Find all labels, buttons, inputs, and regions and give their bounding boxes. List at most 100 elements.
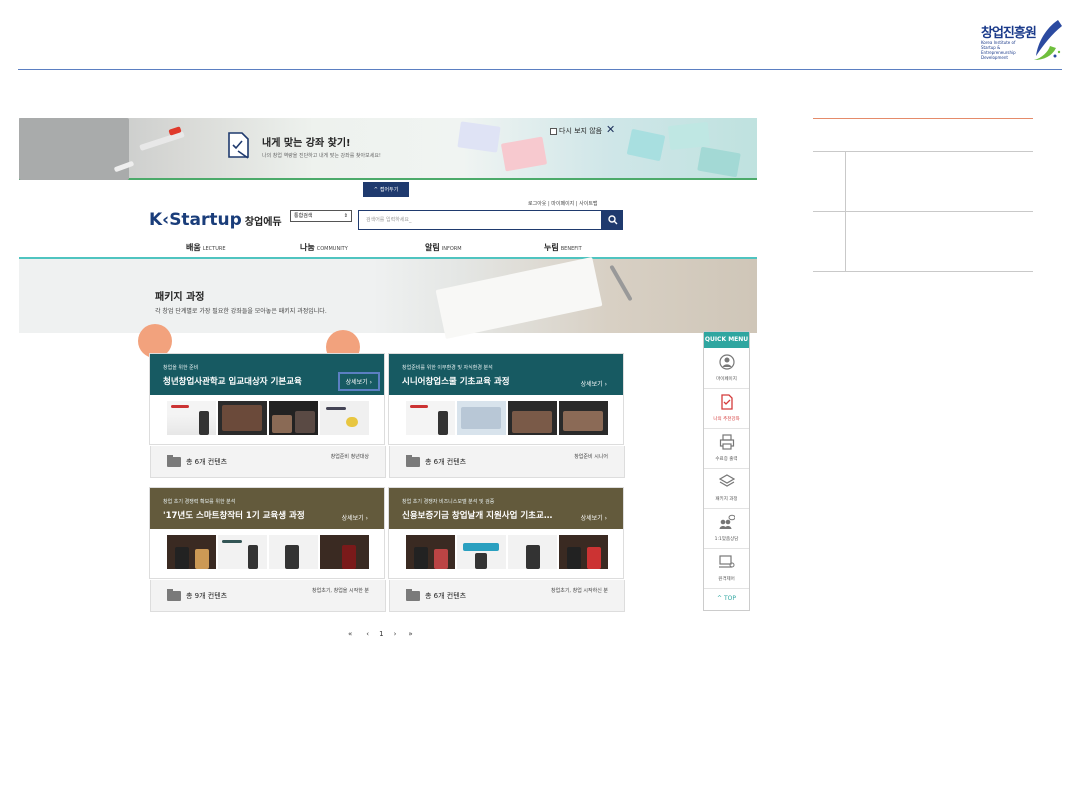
collapse-label: 접어두기 [379, 187, 399, 193]
page-title: 패키지 과정 [155, 292, 205, 303]
video-thumbnail[interactable] [406, 535, 455, 569]
scroll-top-button[interactable]: ^ TOP [704, 595, 749, 602]
nav-community[interactable]: 나눔 COMMUNITY [300, 242, 348, 253]
package-card[interactable]: 창업 초기 경쟁력 확보를 위한 분석 '17년도 스마트창작터 1기 교육생 … [149, 487, 386, 612]
user-icon [719, 354, 735, 370]
package-icon [719, 474, 735, 487]
chat-icon [719, 514, 735, 529]
utility-links[interactable]: 로그아웃 | 마이페이지 | 사이트맵 [528, 200, 598, 207]
quick-menu-title: QUICK MENU [704, 332, 749, 348]
next-page-button[interactable]: › [394, 630, 397, 638]
quick-certificate[interactable]: 수료증 출력 [704, 429, 749, 469]
brand-suffix: 창업에듀 [244, 217, 282, 228]
dont-show-checkbox[interactable]: 다시 보지 않음 [550, 126, 602, 136]
video-thumbnail[interactable] [218, 401, 267, 435]
header-divider [18, 69, 1062, 70]
quick-label: 나의 추천강좌 [713, 417, 740, 422]
quick-label: 마이페이지 [716, 377, 737, 382]
nav-lecture[interactable]: 배움 LECTURE [186, 242, 226, 253]
search-scope-select[interactable]: 통합검색 ⇕ [290, 210, 352, 222]
quick-label: 원격제어 [718, 577, 735, 582]
content-count: 총 9개 컨텐츠 [186, 592, 228, 600]
nav-label: 배움 [186, 243, 201, 252]
collapse-tab[interactable]: ^ 접어두기 [363, 182, 409, 197]
video-thumbnail[interactable] [559, 401, 608, 435]
video-thumbnail[interactable] [320, 401, 369, 435]
video-thumbnail[interactable] [457, 535, 506, 569]
detail-button[interactable]: 상세보기 › [337, 372, 380, 391]
prev-page-button[interactable]: ‹ [366, 630, 369, 638]
search-button[interactable] [602, 210, 623, 230]
detail-button[interactable]: 상세보기 › [338, 511, 372, 524]
nav-inform[interactable]: 알림 INFORM [425, 242, 462, 253]
recommend-icon [721, 394, 733, 410]
quick-package[interactable]: 패키지 과정 [704, 469, 749, 509]
promo-title: 내게 맞는 강좌 찾기! [262, 138, 351, 149]
video-thumbnail[interactable] [167, 401, 216, 435]
package-card[interactable]: 창업준비를 위한 이무환경 및 자식환경 분석 시니어창업스쿨 기초교육 과정 … [388, 353, 625, 478]
card-category: 창업 초기 경쟁력 확보를 위한 분석 [163, 499, 236, 505]
card-thumbnails [406, 401, 608, 435]
video-thumbnail[interactable] [508, 535, 557, 569]
folder-icon [167, 455, 181, 467]
quick-consult[interactable]: 1:1맞춤상담 [704, 509, 749, 549]
video-thumbnail[interactable] [559, 535, 608, 569]
package-card[interactable]: 창업을 위한 준비 청년창업사관학교 입교대상자 기본교육 상세보기 › 총 6… [149, 353, 386, 478]
quick-label: 1:1맞춤상담 [714, 537, 739, 542]
k-mark-icon: K‹ [149, 210, 170, 230]
video-thumbnail[interactable] [269, 535, 318, 569]
quick-label: 수료증 출력 [715, 457, 738, 462]
chevron-up-icon: ^ [717, 595, 724, 602]
page-hero [19, 256, 757, 340]
printer-icon [719, 434, 735, 450]
quick-recommend[interactable]: 나의 추천강좌 [704, 389, 749, 429]
card-category: 창업준비를 위한 이무환경 및 자식환경 분석 [402, 365, 493, 371]
card-target: 창업초기, 창업을 시작한 분 [312, 588, 369, 594]
first-page-button[interactable]: « [348, 630, 352, 638]
card-footer: 총 6개 컨텐츠 창업준비 청년대상 [150, 446, 386, 478]
close-icon[interactable]: ✕ [606, 123, 615, 136]
card-footer: 총 6개 컨텐츠 창업준비 시니어 [389, 446, 625, 478]
detail-button[interactable]: 상세보기 › [577, 511, 611, 524]
last-page-button[interactable]: » [408, 630, 412, 638]
search-scope-value: 통합검색 [294, 213, 313, 219]
checkbox-box[interactable] [550, 127, 557, 135]
video-thumbnail[interactable] [508, 401, 557, 435]
video-thumbnail[interactable] [320, 535, 369, 569]
nav-benefit[interactable]: 누림 BENEFIT [544, 242, 582, 253]
nav-sub: INFORM [441, 246, 462, 252]
dont-show-label: 다시 보지 않음 [559, 127, 603, 135]
brand-name: Startup [169, 210, 242, 230]
video-thumbnail[interactable] [457, 401, 506, 435]
site-logo[interactable]: K‹Startup 창업에듀 [149, 210, 282, 230]
detail-button[interactable]: 상세보기 › [577, 377, 611, 390]
folder-icon [406, 589, 420, 601]
video-thumbnail[interactable] [269, 401, 318, 435]
folder-icon [167, 589, 181, 601]
page-subtitle: 각 창업 단계별로 가장 필요한 강좌들을 모아놓은 패키지 과정입니다. [155, 308, 327, 315]
page-number[interactable]: 1 [379, 630, 383, 638]
quick-mypage[interactable]: 마이페이지 [704, 349, 749, 389]
content-count: 총 6개 컨텐츠 [425, 458, 467, 466]
card-thumbnails [167, 401, 369, 435]
nav-label: 누림 [544, 243, 559, 252]
search-icon [607, 215, 617, 225]
content-count: 총 6개 컨텐츠 [425, 592, 467, 600]
top-label: TOP [723, 595, 736, 602]
quick-remote[interactable]: 원격제어 [704, 549, 749, 589]
package-card[interactable]: 창업 초기 경쟁자 비즈니스모델 분석 및 검증 신용보증기금 창업날개 지원사… [388, 487, 625, 612]
table-top-rule [813, 118, 1033, 119]
card-thumbnails [167, 535, 369, 569]
nav-label: 나눔 [300, 243, 315, 252]
card-footer: 총 9개 컨텐츠 창업초기, 창업을 시작한 분 [150, 580, 386, 612]
table-row-divider [813, 211, 1033, 212]
promo-subtitle: 나의 창업 역량을 진단하고 내게 맞는 강좌를 찾아보세요! [262, 153, 381, 159]
search-input[interactable]: 검색어를 입력하세요_ [358, 210, 602, 230]
logo-subtitle: Korea Institute of Startup & Entrepreneu… [981, 40, 1016, 60]
video-thumbnail[interactable] [167, 535, 216, 569]
video-thumbnail[interactable] [218, 535, 267, 569]
video-thumbnail[interactable] [406, 401, 455, 435]
org-logo: 창업진흥원 Korea Institute of Startup & Entre… [978, 18, 1064, 64]
card-category: 창업 초기 경쟁자 비즈니스모델 분석 및 검증 [402, 499, 495, 505]
table-row-divider [813, 271, 1033, 272]
